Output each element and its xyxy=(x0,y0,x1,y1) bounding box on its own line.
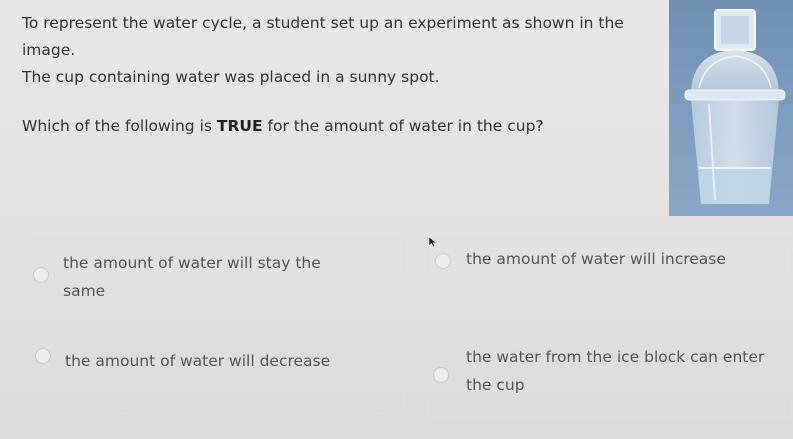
option-a[interactable]: the amount of water will stay the same xyxy=(26,248,402,308)
option-c[interactable]: the amount of water will decrease xyxy=(26,346,402,406)
mouse-cursor-icon xyxy=(428,233,438,252)
option-d-line-2: the cup xyxy=(466,376,525,394)
radio-d[interactable] xyxy=(433,367,449,383)
option-a-line-1: the amount of water will stay the xyxy=(63,254,321,272)
option-a-line-2: same xyxy=(63,282,106,300)
prompt-pre: Which of the following is xyxy=(22,117,217,135)
radio-c[interactable] xyxy=(35,348,51,364)
option-c-line-1: the amount of water will decrease xyxy=(65,352,331,370)
option-b[interactable]: the amount of water will increase xyxy=(428,245,790,305)
radio-a[interactable] xyxy=(33,267,49,283)
radio-b[interactable] xyxy=(435,253,451,269)
question-line-2: The cup containing water was placed in a… xyxy=(22,68,440,86)
option-d[interactable]: the water from the ice block can enter t… xyxy=(428,343,790,403)
question-prompt: Which of the following is TRUE for the a… xyxy=(22,113,672,140)
option-b-line-1: the amount of water will increase xyxy=(466,250,726,268)
question-text: To represent the water cycle, a student … xyxy=(22,10,672,140)
question-line-1: To represent the water cycle, a student … xyxy=(22,14,624,59)
ice-block-on-dome-cup-image xyxy=(684,9,786,204)
prompt-emphasis: TRUE xyxy=(216,117,263,135)
option-d-line-1: the water from the ice block can enter xyxy=(466,348,765,366)
prompt-post: for the amount of water in the cup? xyxy=(262,117,544,135)
experiment-image xyxy=(669,0,793,216)
